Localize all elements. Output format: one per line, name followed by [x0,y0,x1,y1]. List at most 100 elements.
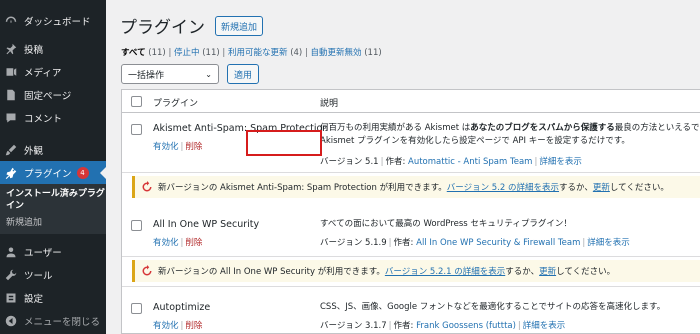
table-row: All In One WP Security 有効化 | 削除 すべての面において最… [122,202,700,254]
table-row: Autoptimize 有効化 | 削除 CSS、JS、画像、Google フォント… [122,286,700,334]
menu-label: 外観 [24,145,44,157]
dashboard-icon [4,14,18,28]
plugin-name: Autoptimize [153,302,211,313]
update-text: 新バージョンの Akismet Anti-Spam: Spam Protecti… [158,183,447,193]
menu-label: 固定ページ [24,90,72,102]
description-text: 最良の方法といえるでし [614,123,700,133]
update-now-link[interactable]: 更新 [539,265,556,277]
pin-icon [4,42,18,56]
column-header-plugin: プラグイン [153,99,199,109]
plugins-table: プラグイン 説明 Akismet Anti-Spam: Spam Protect… [121,89,700,334]
plugins-submenu: インストール済みプラグイン 新規追加 [0,184,106,234]
filter-count: (11) [202,48,220,58]
menu-collapse[interactable]: メニューを閉じる [0,309,106,332]
comment-icon [4,111,18,125]
admin-sidebar: ダッシュボード 投稿 メディア 固定ページ コメント 外観 プラグイン 4 イン… [0,0,106,334]
settings-icon [4,291,18,305]
filter-auto-update-disabled[interactable]: 自動更新無効 [311,48,362,58]
update-text: するか、 [559,183,593,193]
menu-settings[interactable]: 設定 [0,286,106,309]
menu-posts[interactable]: 投稿 [0,37,106,60]
view-version-details-link[interactable]: バージョン 5.2.1 の詳細を表示 [385,265,505,277]
bulk-action-select[interactable]: 一括操作 ⌄ [121,64,219,84]
bulk-actions: 一括操作 ⌄ 適用 [121,64,260,84]
menu-plugins[interactable]: プラグイン 4 [0,161,106,184]
author-link[interactable]: Automattic - Anti Spam Team [408,157,532,167]
update-notice: 新バージョンの All In One WP Security が利用できます。 … [132,260,700,282]
main-content: プラグイン 新規追加 すべて (11) | 停止中 (11) | 利用可能な更新… [106,0,700,334]
plugin-description: すべての面において最高の WordPress セキュリティプラグイン！ [320,218,572,231]
delete-link[interactable]: 削除 [185,238,202,248]
page-icon [4,88,18,102]
user-icon [4,245,18,259]
update-text: 新バージョンの All In One WP Security が利用できます。 [158,267,385,277]
menu-users[interactable]: ユーザー [0,240,106,263]
annotation-highlight-box [246,130,322,156]
delete-link[interactable]: 削除 [185,142,202,152]
menu-label: 設定 [24,293,44,305]
plugin-version: バージョン 5.1.9 [320,238,387,248]
author-label: 作者: [393,321,414,331]
activate-link[interactable]: 有効化 [153,142,179,152]
menu-pages[interactable]: 固定ページ [0,83,106,106]
row-checkbox[interactable] [131,303,142,314]
description-text: 何百万もの利用実績がある Akismet は [320,123,471,133]
media-icon [4,65,18,79]
activate-link[interactable]: 有効化 [153,238,179,248]
menu-label: ツール [24,270,53,282]
bulk-action-value: 一括操作 [128,70,165,81]
menu-label: メニューを閉じる [24,316,101,328]
menu-label: コメント [24,113,63,125]
update-now-link[interactable]: 更新 [593,181,610,193]
filter-count: (4) [290,48,303,58]
update-icon [141,181,153,193]
delete-link[interactable]: 削除 [185,321,202,331]
author-link[interactable]: All In One WP Security & Firewall Team [416,238,580,248]
menu-label: ダッシュボード [24,16,91,28]
activate-link[interactable]: 有効化 [153,321,179,331]
update-text: してください。 [609,183,669,193]
filter-inactive[interactable]: 停止中 [174,48,200,58]
plugin-description: 何百万もの利用実績がある Akismet はあなたのブログをスパムから保護する最… [320,122,700,148]
plugin-name: All In One WP Security [153,219,260,230]
apply-button[interactable]: 適用 [227,64,260,84]
author-link[interactable]: Frank Goossens (futtta) [416,321,516,331]
menu-comments[interactable]: コメント [0,106,106,129]
table-header: プラグイン 説明 [122,90,700,113]
update-text: するか、 [505,267,540,277]
row-checkbox[interactable] [131,220,142,231]
submenu-installed-plugins[interactable]: インストール済みプラグイン [0,188,106,212]
row-actions: 有効化 | 削除 [153,142,203,152]
update-count-badge: 4 [76,166,89,179]
title-row: プラグイン 新規追加 [120,13,264,38]
add-new-button[interactable]: 新規追加 [215,15,264,36]
view-version-details-link[interactable]: バージョン 5.2 の詳細を表示 [447,181,559,193]
filter-upgrade[interactable]: 利用可能な更新 [228,48,288,58]
collapse-icon [4,314,18,328]
menu-tools[interactable]: ツール [0,263,106,286]
plugin-version: バージョン 3.1.7 [320,321,387,331]
filter-all[interactable]: すべて [121,48,146,58]
row-actions: 有効化 | 削除 [153,321,203,331]
menu-dashboard[interactable]: ダッシュボード [0,9,106,32]
submenu-add-new[interactable]: 新規追加 [0,216,106,230]
description-text: CSS、JS、画像、Google フォントなどを最適化することでサイトの応答を高… [320,302,666,312]
menu-appearance[interactable]: 外観 [0,138,106,161]
page-title: プラグイン [120,18,205,38]
select-all-checkbox[interactable] [131,96,142,107]
details-link[interactable]: 詳細を表示 [587,238,630,248]
plugin-icon [4,166,18,180]
menu-label: メディア [24,67,62,79]
tool-icon [4,268,18,282]
details-link[interactable]: 詳細を表示 [539,157,582,167]
row-checkbox[interactable] [131,124,142,135]
details-link[interactable]: 詳細を表示 [523,321,566,331]
author-label: 作者: [385,157,406,167]
table-row: Akismet Anti-Spam: Spam Protection 有効化 | 削… [122,114,700,170]
plugin-meta: バージョン 3.1.7 | 作者: Frank Goossens (futtta) |… [320,321,566,331]
plugin-description: CSS、JS、画像、Google フォントなどを最適化することでサイトの応答を高… [320,301,665,314]
filter-count: (11) [364,48,382,58]
menu-media[interactable]: メディア [0,60,106,83]
plugin-meta: バージョン 5.1 | 作者: Automattic - Anti Spam Tea… [320,157,582,167]
menu-label: ユーザー [24,247,62,259]
